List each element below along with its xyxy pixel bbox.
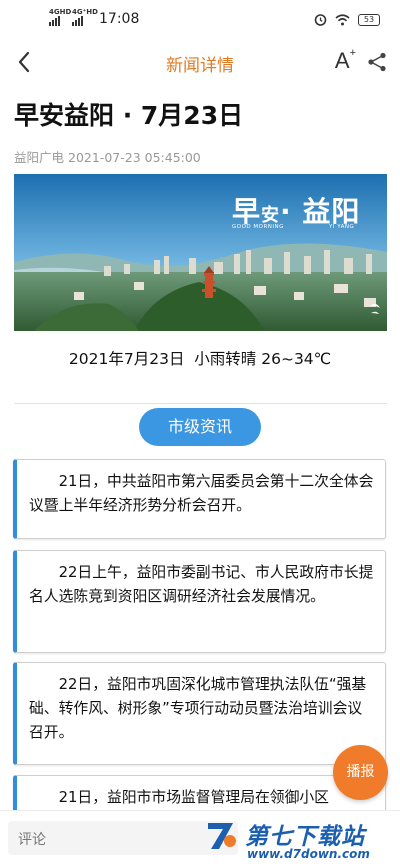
signal-2-label: 4G⁺HD [72,8,98,16]
battery-level: 53 [363,14,375,24]
hero-title-small: 安 [261,205,281,226]
site-logo-icon [208,823,236,849]
font-size-plus: + [349,46,356,59]
article-title: 早安益阳 · 7月23日 [14,101,244,130]
font-size-label: A [334,48,350,73]
news-card: 22日，益阳市巩固深化城市管理执法队伍“强基础、转作风、树形象”专项行动动员暨法… [13,662,386,765]
comment-placeholder: 评论 [18,832,46,848]
hero-image: 早安· 益阳 GOOD MORNING YI YANG [14,174,387,331]
divider [14,403,387,404]
news-card: 21日，中共益阳市第六届委员会第十二次全体会议暨上半年经济形势分析会召开。 [13,459,386,539]
hero-subtitle-left: GOOD MORNING [232,224,284,230]
wifi-icon [335,13,350,25]
hero-subtitle-right: YI YANG [329,224,355,230]
comment-input[interactable]: 评论 [8,821,238,855]
watermark: 第七下载站 www.d7down.com [205,815,400,866]
share-icon[interactable] [366,51,388,73]
watermark-url: www.d7down.com [247,847,370,861]
broadcast-button[interactable]: 播报 [333,745,388,800]
watermark-title: 第七下载站 [245,824,365,850]
weather-line: 2021年7月23日 小雨转晴 26~34℃ [68,350,332,368]
news-card: 22日上午，益阳市委副书记、市人民政府市长提名人选陈竞到资阳区调研经济社会发展情… [13,550,386,653]
nav-bar: 新闻详情 A+ [0,40,400,84]
status-bar: 4GHD 4G⁺HD 17:08 53 [0,0,400,40]
signal-1-icon: 4GHD [49,8,71,26]
clock: 17:08 [99,11,140,27]
signal-2-icon: 4G⁺HD [72,8,98,26]
article-meta: 益阳广电 2021-07-23 05:45:00 [14,147,201,166]
alarm-icon [314,14,327,26]
font-size-button[interactable]: A+ [334,46,356,74]
section-label: 市级资讯 [139,408,261,446]
signal-1-label: 4GHD [49,8,72,16]
article-source: 益阳广电 [14,150,65,165]
article-datetime: 2021-07-23 05:45:00 [68,150,201,165]
battery-icon: 53 [358,13,380,26]
